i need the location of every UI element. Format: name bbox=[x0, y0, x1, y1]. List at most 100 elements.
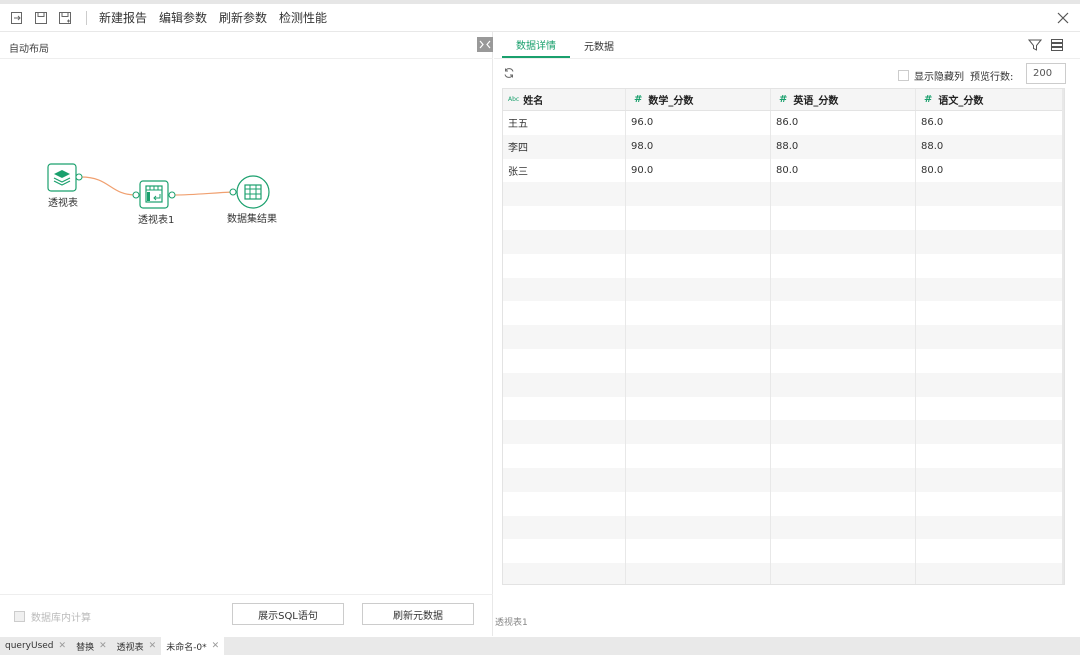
vertical-scrollbar[interactable] bbox=[1062, 89, 1064, 584]
empty-row bbox=[503, 515, 1064, 540]
empty-row bbox=[503, 253, 1064, 278]
empty-row bbox=[503, 182, 1064, 207]
table-row[interactable]: 李四 98.0 88.0 88.0 bbox=[503, 134, 1064, 159]
empty-row bbox=[503, 348, 1064, 373]
empty-cell bbox=[503, 182, 626, 207]
empty-row bbox=[503, 491, 1064, 516]
close-icon[interactable]: ✕ bbox=[149, 641, 157, 651]
data-panel: 数据详情 元数据 显示隐藏列 预览行数: 200 Abc 姓名 # 数学_分数 # 英… bbox=[494, 32, 1080, 636]
number-type-icon: # bbox=[779, 94, 788, 105]
edit-params-button[interactable]: 编辑参数 bbox=[159, 9, 207, 26]
column-header[interactable]: Abc 姓名 bbox=[503, 89, 626, 110]
db-compute-label: 数据库内计算 bbox=[31, 613, 91, 624]
column-name: 姓名 bbox=[523, 96, 544, 107]
empty-cell bbox=[626, 420, 771, 445]
collapse-panel-icon[interactable] bbox=[477, 37, 493, 52]
empty-cell bbox=[771, 515, 916, 540]
empty-cell bbox=[771, 182, 916, 207]
toolbar-separator bbox=[86, 10, 87, 25]
flow-edge bbox=[80, 176, 137, 196]
show-sql-button[interactable]: 展示SQL语句 bbox=[232, 603, 344, 625]
doc-tab-queryused[interactable]: queryUsed ✕ bbox=[0, 637, 71, 655]
doc-tab-replace[interactable]: 替换 ✕ bbox=[71, 637, 112, 655]
table-cell: 张三 bbox=[503, 158, 626, 183]
column-header[interactable]: # 英语_分数 bbox=[771, 89, 916, 110]
empty-row bbox=[503, 396, 1064, 421]
column-header[interactable]: # 语文_分数 bbox=[916, 89, 1064, 110]
empty-row bbox=[503, 467, 1064, 492]
close-icon[interactable]: ✕ bbox=[99, 641, 107, 651]
checkbox-icon bbox=[898, 70, 909, 81]
check-performance-button[interactable]: 检测性能 bbox=[279, 9, 327, 26]
close-icon[interactable]: ✕ bbox=[59, 641, 67, 651]
column-header[interactable]: # 数学_分数 bbox=[626, 89, 771, 110]
save-as-icon[interactable] bbox=[58, 11, 72, 25]
empty-row bbox=[503, 420, 1064, 445]
empty-row bbox=[503, 325, 1064, 349]
empty-cell bbox=[771, 301, 916, 326]
empty-cell bbox=[916, 230, 1064, 254]
empty-cell bbox=[626, 515, 771, 540]
empty-cell bbox=[503, 539, 626, 564]
tab-data-details[interactable]: 数据详情 bbox=[502, 32, 570, 58]
empty-cell bbox=[626, 372, 771, 397]
new-report-button[interactable]: 新建报告 bbox=[99, 9, 147, 26]
preview-rows-input[interactable]: 200 bbox=[1026, 63, 1066, 84]
empty-cell bbox=[626, 563, 771, 584]
table-header: Abc 姓名 # 数学_分数 # 英语_分数 # 语文_分数 bbox=[503, 89, 1064, 111]
number-type-icon: # bbox=[924, 94, 933, 105]
empty-cell bbox=[503, 253, 626, 278]
toolbar: 新建报告 编辑参数 刷新参数 检测性能 bbox=[0, 0, 1080, 32]
table-cell: 80.0 bbox=[921, 164, 944, 176]
empty-cell bbox=[916, 325, 1064, 349]
node-label: 透视表 bbox=[48, 198, 78, 209]
table-row[interactable]: 王五 96.0 86.0 86.0 bbox=[503, 111, 1064, 135]
empty-row bbox=[503, 372, 1064, 397]
empty-cell bbox=[626, 301, 771, 326]
empty-row bbox=[503, 206, 1064, 230]
column-name: 数学_分数 bbox=[648, 96, 694, 107]
empty-cell bbox=[771, 444, 916, 468]
export-icon[interactable] bbox=[10, 11, 24, 25]
refresh-icon[interactable] bbox=[503, 67, 515, 79]
empty-cell bbox=[771, 325, 916, 349]
empty-cell bbox=[626, 206, 771, 230]
empty-cell bbox=[771, 467, 916, 492]
close-icon[interactable]: ✕ bbox=[212, 641, 220, 651]
selected-node-name: 透视表1 bbox=[495, 618, 528, 628]
empty-cell bbox=[916, 278, 1064, 302]
table-cell: 86.0 bbox=[921, 117, 944, 129]
refresh-params-button[interactable]: 刷新参数 bbox=[219, 9, 267, 26]
refresh-metadata-button[interactable]: 刷新元数据 bbox=[362, 603, 474, 625]
empty-cell bbox=[771, 420, 916, 445]
empty-cell bbox=[916, 444, 1064, 468]
table-row[interactable]: 张三 90.0 80.0 80.0 bbox=[503, 158, 1064, 183]
flow-canvas[interactable]: 透视表 透视表1 数据集结果 bbox=[0, 59, 493, 594]
table-cell: 李四 bbox=[503, 134, 626, 159]
save-icon[interactable] bbox=[34, 11, 48, 25]
empty-cell bbox=[771, 253, 916, 278]
empty-cell bbox=[503, 348, 626, 373]
empty-cell bbox=[916, 373, 1064, 397]
empty-cell bbox=[771, 229, 916, 254]
show-hidden-columns-checkbox[interactable]: 显示隐藏列 bbox=[898, 68, 964, 83]
auto-layout-button[interactable]: 自动布局 bbox=[9, 40, 49, 55]
empty-cell bbox=[771, 277, 916, 302]
empty-cell bbox=[916, 254, 1064, 278]
checkbox-icon bbox=[14, 611, 25, 622]
filter-icon[interactable] bbox=[1027, 38, 1043, 52]
doc-tab-pivot[interactable]: 透视表 ✕ bbox=[112, 637, 162, 655]
empty-cell bbox=[503, 467, 626, 492]
tab-metadata[interactable]: 元数据 bbox=[570, 32, 628, 58]
empty-cell bbox=[626, 467, 771, 492]
node-label: 数据集结果 bbox=[227, 214, 277, 225]
empty-cell bbox=[916, 468, 1064, 492]
list-icon[interactable] bbox=[1050, 38, 1064, 52]
close-icon[interactable] bbox=[1056, 11, 1070, 25]
doc-tab-untitled[interactable]: 未命名-0* ✕ bbox=[161, 637, 225, 655]
db-compute-checkbox[interactable]: 数据库内计算 bbox=[14, 609, 91, 624]
empty-cell bbox=[626, 539, 771, 564]
empty-cell bbox=[916, 397, 1064, 421]
empty-cell bbox=[503, 301, 626, 326]
empty-cell bbox=[916, 420, 1064, 444]
